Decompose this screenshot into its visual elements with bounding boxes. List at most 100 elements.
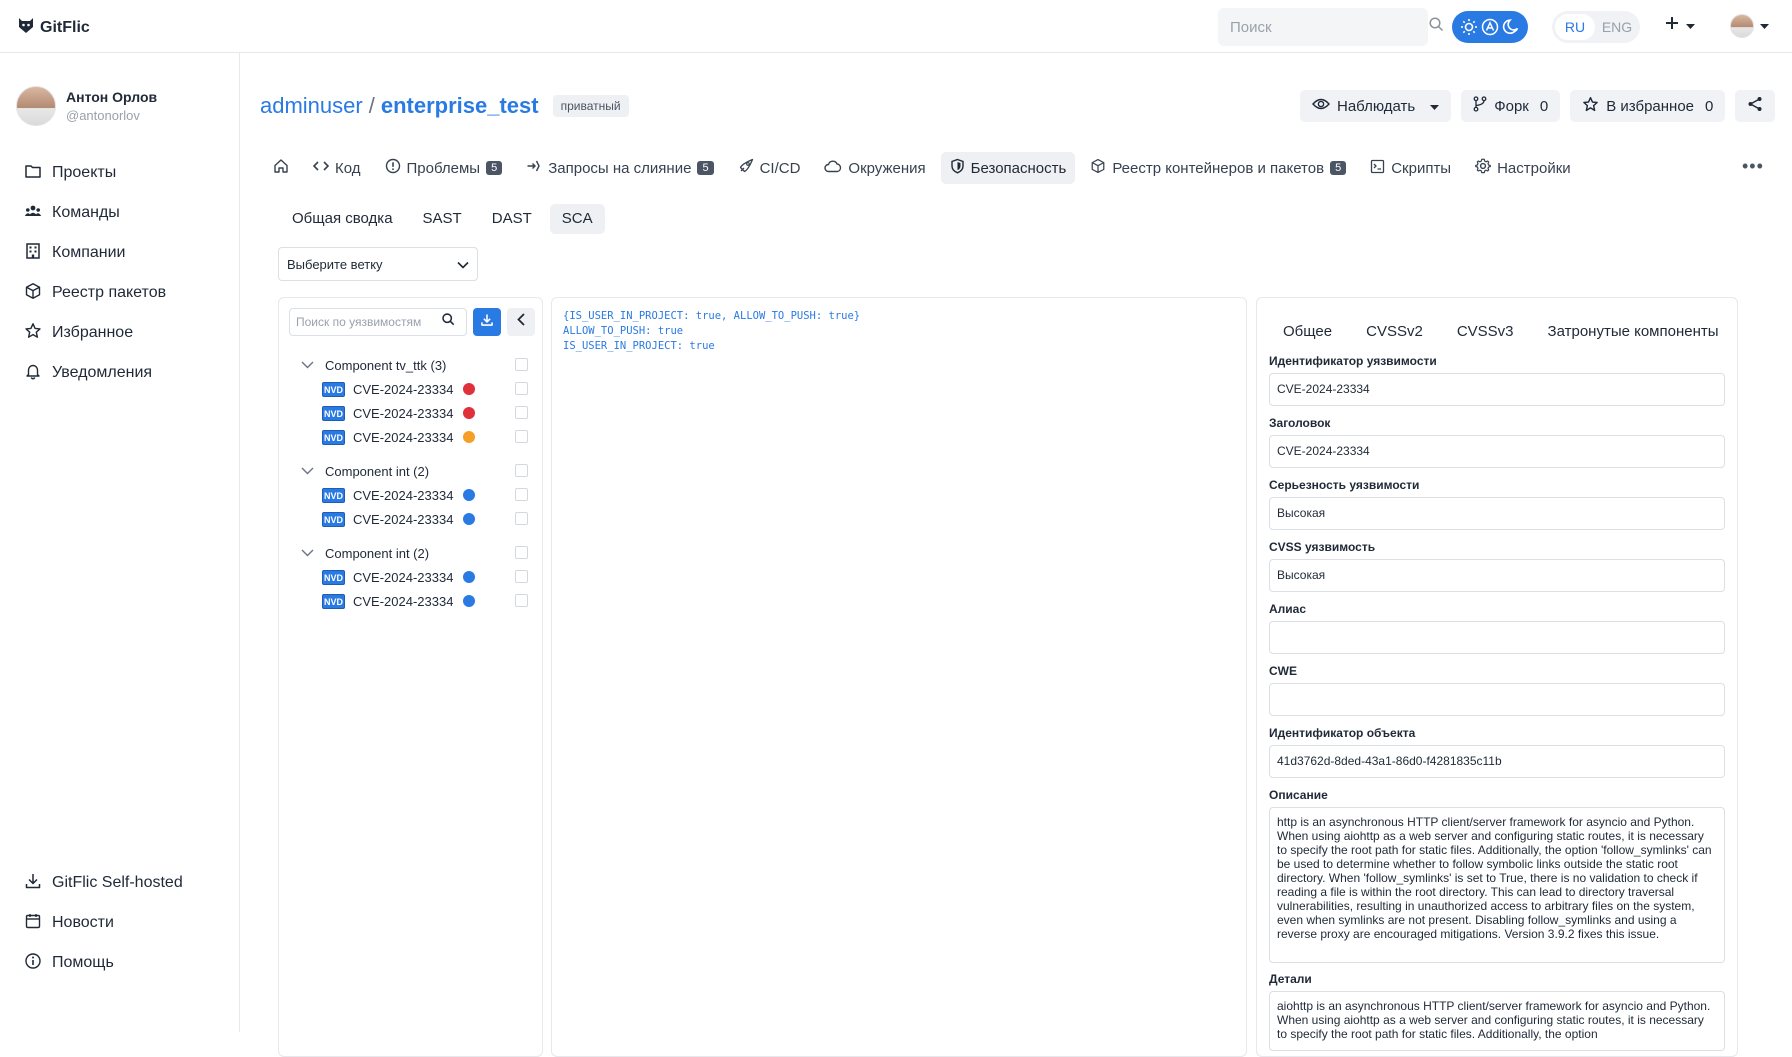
item-checkbox[interactable]	[515, 512, 528, 525]
fork-button[interactable]: Форк 0	[1461, 90, 1561, 122]
item-checkbox[interactable]	[515, 488, 528, 501]
sun-icon[interactable]	[1460, 18, 1478, 36]
search-icon[interactable]	[1429, 17, 1444, 37]
sidebar-item-notifications[interactable]: Уведомления	[24, 353, 166, 393]
sidebar-item-projects[interactable]: Проекты	[24, 153, 166, 193]
sidebar-item-package-registry[interactable]: Реестр пакетов	[24, 273, 166, 313]
tab-affected-components[interactable]: Затронутые компоненты	[1534, 316, 1733, 348]
item-checkbox[interactable]	[515, 382, 528, 395]
calendar-icon	[24, 912, 42, 935]
watch-label: Наблюдать	[1337, 97, 1416, 115]
sidebar-item-help[interactable]: Помощь	[24, 943, 183, 983]
tab-ci-cd[interactable]: CI/CD	[729, 152, 810, 184]
tab-security[interactable]: Безопасность	[940, 152, 1076, 184]
tab-general[interactable]: Общее	[1269, 316, 1346, 348]
group-checkbox[interactable]	[515, 358, 528, 371]
repo-owner-link[interactable]: adminuser	[260, 93, 363, 119]
watch-button[interactable]: Наблюдать	[1300, 90, 1452, 122]
vulnerability-id: CVE-2024-23334	[353, 511, 454, 527]
tab-settings[interactable]: Настройки	[1466, 152, 1580, 184]
sidebar-item-favorites[interactable]: Избранное	[24, 313, 166, 353]
subtab-overview[interactable]: Общая сводка	[280, 204, 405, 234]
sidebar-item-label: Реестр пакетов	[52, 284, 167, 301]
subtab-sast[interactable]: SAST	[411, 204, 474, 234]
tab-cvssv2[interactable]: CVSSv2	[1352, 316, 1437, 348]
global-search[interactable]	[1218, 8, 1444, 46]
create-menu-button[interactable]	[1664, 15, 1695, 36]
cwe-field[interactable]	[1269, 683, 1725, 716]
component-group-header[interactable]: Component int (2)	[279, 541, 542, 565]
vulnerability-item[interactable]: NVD CVE-2024-23334	[279, 589, 542, 613]
tab-code[interactable]: Код	[304, 152, 370, 184]
sidebar-item-self-hosted[interactable]: GitFlic Self-hosted	[24, 863, 183, 903]
item-checkbox[interactable]	[515, 594, 528, 607]
tab-container-registry[interactable]: Реестр контейнеров и пакетов 5	[1081, 152, 1355, 184]
vulnerability-search-input[interactable]	[296, 315, 442, 329]
component-group-header[interactable]: Component tv_ttk (3)	[279, 353, 542, 377]
vulnerability-id-field[interactable]: CVE-2024-23334	[1269, 373, 1725, 406]
subtab-dast[interactable]: DAST	[480, 204, 544, 234]
lang-ru[interactable]: RU	[1555, 14, 1595, 40]
search-input[interactable]	[1230, 18, 1429, 36]
description-field[interactable]: http is an asynchronous HTTP client/serv…	[1269, 807, 1725, 963]
more-options-icon[interactable]: •••	[1742, 156, 1764, 177]
theme-switch[interactable]	[1452, 11, 1528, 43]
cvss-field[interactable]: Высокая	[1269, 559, 1725, 592]
language-switch[interactable]: RU ENG	[1552, 11, 1640, 43]
severity-field[interactable]: Высокая	[1269, 497, 1725, 530]
auto-theme-icon[interactable]	[1481, 18, 1499, 36]
group-checkbox[interactable]	[515, 464, 528, 477]
tab-label: Безопасность	[970, 159, 1067, 177]
tab-environments[interactable]: Окружения	[815, 152, 934, 184]
collapse-panel-button[interactable]	[507, 308, 535, 336]
vulnerability-item[interactable]: NVD CVE-2024-23334	[279, 401, 542, 425]
vulnerability-search[interactable]	[289, 308, 467, 336]
favorite-button[interactable]: В избранное 0	[1570, 90, 1726, 122]
user-profile[interactable]: Антон Орлов @antonorlov	[16, 86, 157, 126]
repo-tabs: Код Проблемы 5 Запросы на слияние 5 CI/C…	[264, 152, 1580, 184]
search-icon[interactable]	[442, 313, 455, 331]
vulnerability-item[interactable]: NVD CVE-2024-23334	[279, 483, 542, 507]
branch-select[interactable]: Выберите ветку	[278, 247, 478, 281]
sidebar-item-teams[interactable]: Команды	[24, 193, 166, 233]
object-id-field[interactable]: 41d3762d-8ded-43a1-86d0-f4281835c11b	[1269, 745, 1725, 778]
vulnerability-item[interactable]: NVD CVE-2024-23334	[279, 565, 542, 589]
tab-cvssv3[interactable]: CVSSv3	[1443, 316, 1528, 348]
vulnerability-item[interactable]: NVD CVE-2024-23334	[279, 377, 542, 401]
script-icon	[1370, 159, 1385, 178]
tab-scripts[interactable]: Скрипты	[1361, 152, 1460, 184]
title-field[interactable]: CVE-2024-23334	[1269, 435, 1725, 468]
moon-icon[interactable]	[1502, 18, 1520, 36]
nvd-source-badge: NVD	[322, 511, 345, 527]
export-button[interactable]	[473, 308, 501, 336]
field-alias: Алиас	[1269, 602, 1726, 654]
lang-eng[interactable]: ENG	[1597, 14, 1637, 40]
sidebar-item-companies[interactable]: Компании	[24, 233, 166, 273]
field-label: Заголовок	[1269, 416, 1331, 430]
tab-label: Запросы на слияние	[548, 159, 692, 177]
tab-issues[interactable]: Проблемы 5	[376, 152, 512, 184]
group-checkbox[interactable]	[515, 546, 528, 559]
component-group-header[interactable]: Component int (2)	[279, 459, 542, 483]
tab-merge-requests[interactable]: Запросы на слияние 5	[517, 152, 722, 184]
user-menu-button[interactable]	[1730, 14, 1769, 38]
details-field[interactable]: aiohttp is an asynchronous HTTP client/s…	[1269, 991, 1725, 1051]
item-checkbox[interactable]	[515, 570, 528, 583]
subtab-sca[interactable]: SCA	[549, 204, 605, 234]
vulnerability-item[interactable]: NVD CVE-2024-23334	[279, 425, 542, 449]
repo-name-link[interactable]: enterprise_test	[381, 93, 539, 119]
vulnerability-item[interactable]: NVD CVE-2024-23334	[279, 507, 542, 531]
alias-field[interactable]	[1269, 621, 1725, 654]
component-group: Component int (2) NVD CVE-2024-23334 NVD…	[279, 541, 542, 613]
share-button[interactable]	[1735, 90, 1776, 122]
item-checkbox[interactable]	[515, 406, 528, 419]
component-group-title: Component int (2)	[325, 545, 430, 561]
tab-home[interactable]	[264, 152, 298, 184]
field-cvss: CVSS уязвимость Высокая	[1269, 540, 1726, 592]
gitflic-logo[interactable]: GitFlic	[18, 17, 90, 39]
sidebar-item-news[interactable]: Новости	[24, 903, 183, 943]
item-checkbox[interactable]	[515, 430, 528, 443]
severity-dot	[463, 513, 476, 525]
tab-label: Окружения	[848, 159, 926, 177]
tab-label: Код	[335, 159, 361, 177]
